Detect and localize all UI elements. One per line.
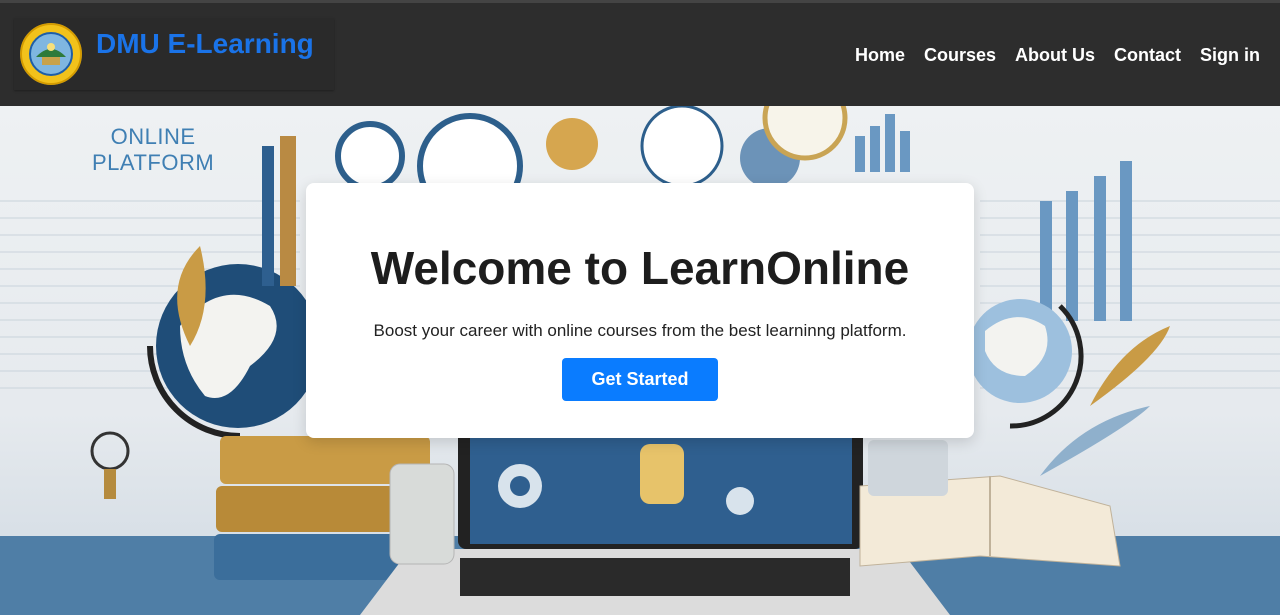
nav-sign-in[interactable]: Sign in bbox=[1200, 45, 1260, 66]
nav-home[interactable]: Home bbox=[855, 45, 905, 66]
brand-name[interactable]: DMU E-Learning bbox=[96, 28, 314, 60]
nav-about-us[interactable]: About Us bbox=[1015, 45, 1095, 66]
tag-line-2: PLATFORM bbox=[92, 150, 215, 175]
nav-courses[interactable]: Courses bbox=[924, 45, 996, 66]
brand[interactable]: DMU E-Learning bbox=[14, 18, 334, 90]
online-platform-tag: ONLINE PLATFORM bbox=[92, 124, 214, 176]
main-nav: Home Courses About Us Contact Sign in bbox=[855, 45, 1260, 66]
university-logo bbox=[20, 23, 82, 85]
tag-line-1: ONLINE bbox=[110, 124, 196, 149]
top-navbar: DMU E-Learning Home Courses About Us Con… bbox=[0, 0, 1280, 106]
get-started-button[interactable]: Get Started bbox=[562, 358, 718, 401]
hero-title: Welcome to LearnOnline bbox=[370, 242, 910, 294]
nav-contact[interactable]: Contact bbox=[1114, 45, 1181, 66]
hero-subtitle: Boost your career with online courses fr… bbox=[373, 321, 907, 340]
hero-section: ONLINE PLATFORM Welcome to LearnOnline B… bbox=[0, 106, 1280, 615]
welcome-card: Welcome to LearnOnline Boost your career… bbox=[306, 183, 974, 438]
